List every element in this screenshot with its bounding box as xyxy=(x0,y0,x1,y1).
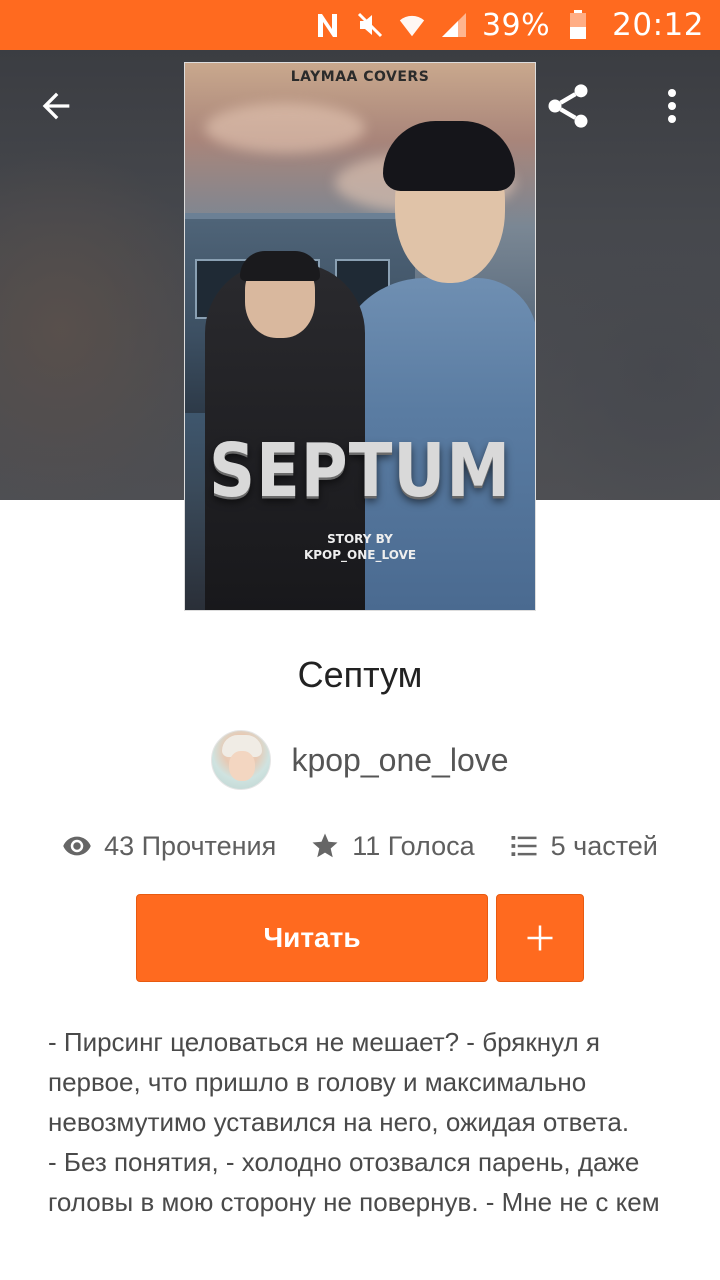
nfc-icon xyxy=(314,11,342,39)
cover-subtitle-line2: KPOP_ONE_LOVE xyxy=(303,548,417,562)
cover-person-left-cap xyxy=(240,251,320,281)
reads-stat: 43 Прочтения xyxy=(62,831,276,862)
cover-subtitle: STORY BY KPOP_ONE_LOVE xyxy=(185,531,535,563)
eye-icon xyxy=(63,836,91,856)
avatar[interactable] xyxy=(211,730,272,790)
stats-row: 43 Прочтения 11 Голоса 5 частей xyxy=(0,824,720,868)
battery-icon xyxy=(564,10,592,39)
votes-stat: 11 Голоса xyxy=(310,830,475,862)
description-paragraph: - Без понятия, - холодно отозвался парен… xyxy=(48,1147,660,1217)
add-to-library-button[interactable] xyxy=(496,894,584,982)
story-cover[interactable]: LAYMAA COVERS SEPTUM STORY BY KPOP_ONE_L… xyxy=(184,62,536,611)
cover-person-right-hair xyxy=(383,121,515,191)
plus-icon xyxy=(527,925,553,951)
cover-title: SEPTUM xyxy=(208,429,512,515)
share-icon xyxy=(548,84,588,128)
list-icon xyxy=(511,836,537,856)
reads-count: 43 Прочтения xyxy=(104,830,277,861)
description-paragraph: - Пирсинг целоваться не мешает? - брякну… xyxy=(48,1027,630,1137)
clock: 20:12 xyxy=(612,7,704,43)
back-button[interactable] xyxy=(28,78,84,134)
arrow-back-icon xyxy=(42,92,70,120)
cover-cloud xyxy=(205,103,365,153)
parts-stat[interactable]: 5 частей xyxy=(509,831,658,862)
share-button[interactable] xyxy=(540,78,596,134)
wifi-icon xyxy=(398,11,426,39)
votes-count: 11 Голоса xyxy=(352,830,475,861)
mute-icon xyxy=(356,11,384,39)
read-button[interactable]: Читать xyxy=(136,894,488,982)
cover-top-text: LAYMAA COVERS xyxy=(290,69,430,85)
more-vert-icon xyxy=(668,89,676,123)
parts-count[interactable]: 5 частей xyxy=(551,831,658,862)
story-description: - Пирсинг целоваться не мешает? - брякну… xyxy=(48,1022,678,1222)
star-icon xyxy=(312,833,338,858)
battery-percent: 39% xyxy=(481,7,551,43)
signal-icon xyxy=(440,11,468,39)
more-options-button[interactable] xyxy=(644,78,700,134)
author-row[interactable]: kpop_one_love xyxy=(0,728,720,792)
status-bar: 39% 20:12 xyxy=(0,0,720,50)
author-name[interactable]: kpop_one_love xyxy=(291,742,508,779)
cover-subtitle-line1: STORY BY xyxy=(327,532,393,546)
story-title: Септум xyxy=(297,654,423,695)
